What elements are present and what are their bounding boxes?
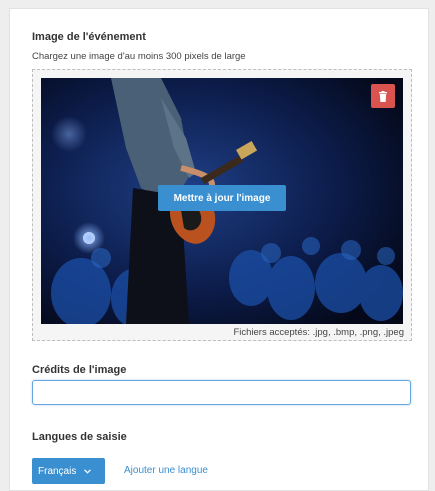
language-dropdown-button[interactable]: Français (32, 458, 105, 484)
image-section-title: Image de l'événement (32, 31, 146, 43)
selected-language-label: Français (38, 465, 77, 477)
image-upload-hint: Chargez une image d'au moins 300 pixels … (32, 51, 246, 62)
update-image-button[interactable]: Mettre à jour l'image (158, 185, 286, 211)
accepted-formats-text: Fichiers acceptés: .jpg, .bmp, .png, .jp… (233, 327, 404, 338)
event-image-preview: Mettre à jour l'image (41, 78, 403, 324)
add-language-link[interactable]: Ajouter une langue (124, 465, 208, 476)
image-dropzone[interactable]: Mettre à jour l'image Fichiers acceptés:… (32, 69, 412, 341)
event-form-card: Image de l'événement Chargez une image d… (9, 8, 429, 491)
trash-icon (379, 90, 387, 102)
image-credits-input[interactable] (32, 380, 411, 405)
languages-section-title: Langues de saisie (32, 431, 127, 443)
credits-section-title: Crédits de l'image (32, 364, 127, 376)
chevron-down-icon (84, 468, 92, 474)
delete-image-button[interactable] (371, 84, 395, 108)
